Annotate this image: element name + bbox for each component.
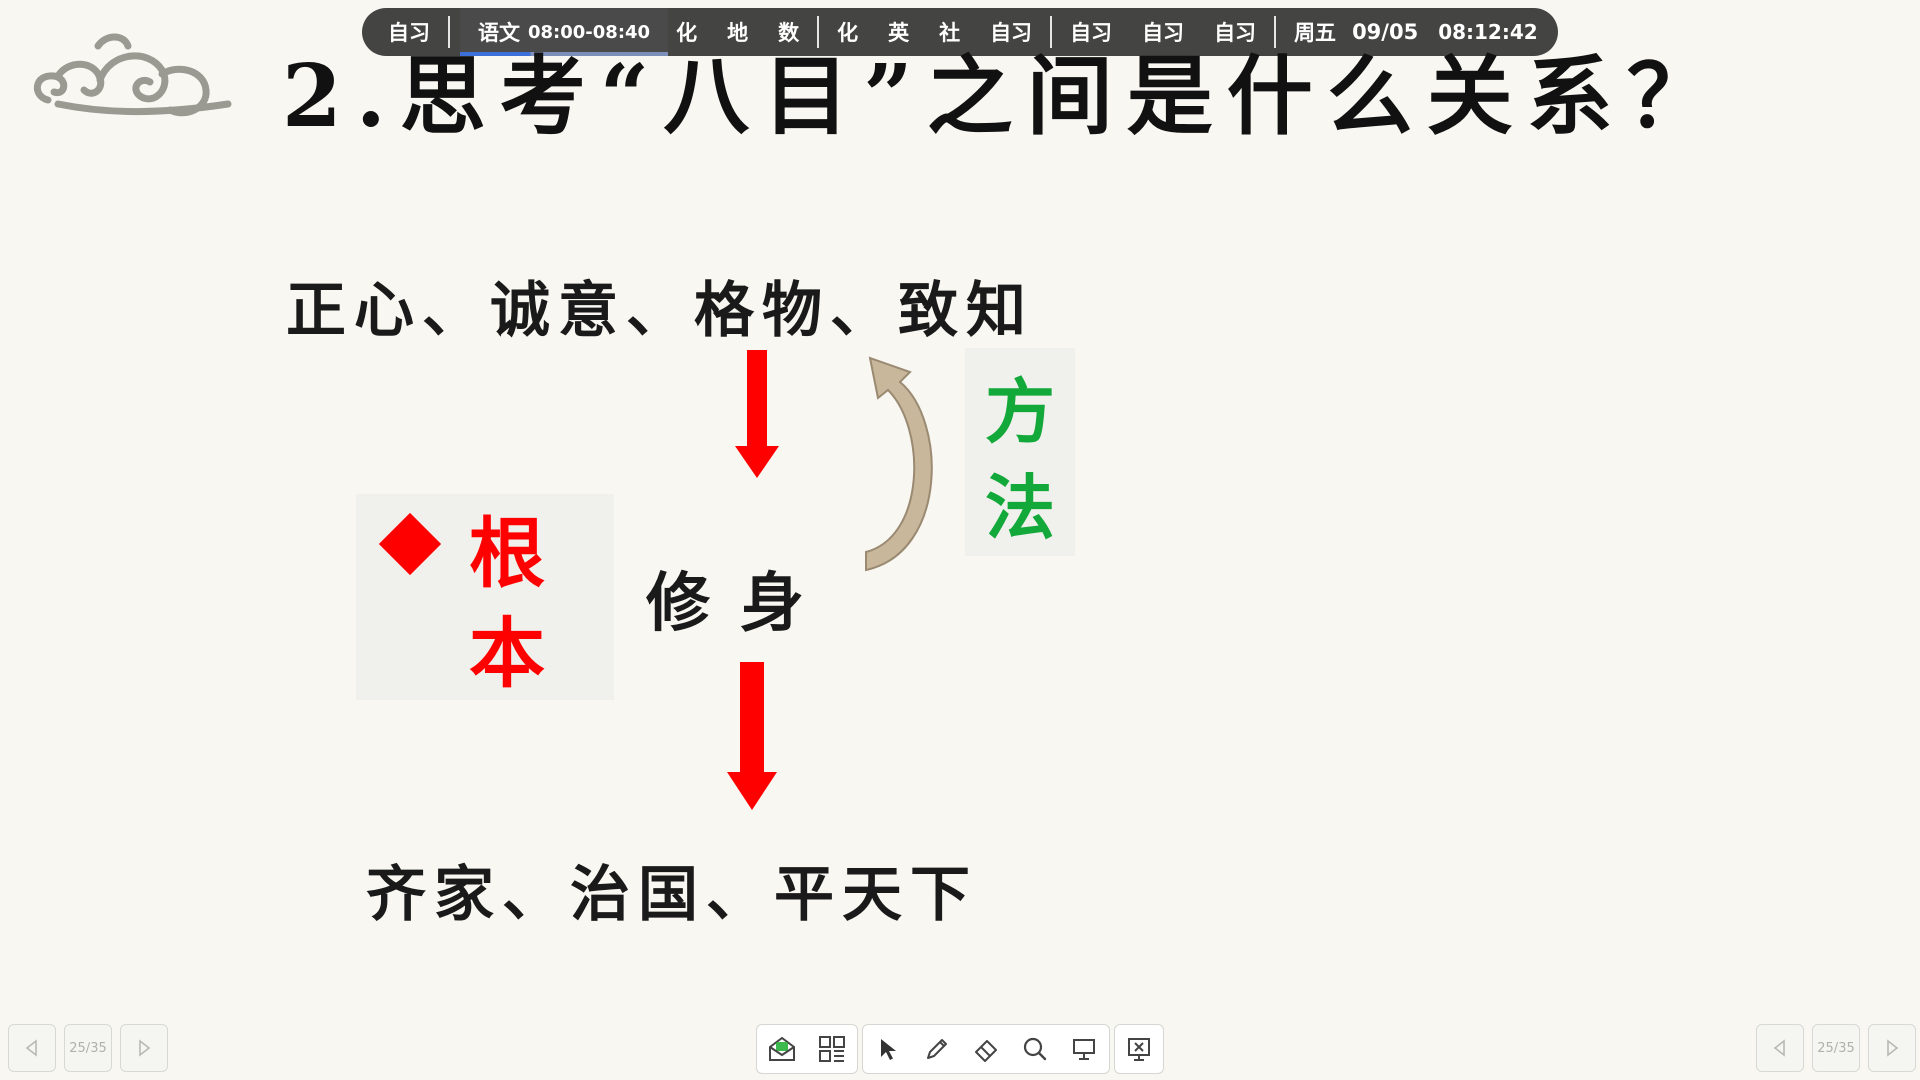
qr-grid-icon <box>819 1036 845 1062</box>
search-icon <box>1024 1037 1047 1061</box>
triangle-left-icon <box>25 1039 37 1057</box>
search-button[interactable] <box>1011 1025 1060 1073</box>
pen-button[interactable] <box>912 1025 961 1073</box>
next-page-button[interactable] <box>1868 1024 1916 1072</box>
left-page-nav: 25/35 <box>8 1024 168 1072</box>
down-arrow-icon <box>735 350 779 478</box>
pointer-button[interactable] <box>863 1025 912 1073</box>
slide-canvas: 自习 语文 08:00-08:40 化 地 数 化 英 社 自习 自习 自习 自… <box>0 0 1920 1080</box>
qr-grid-button[interactable] <box>807 1025 857 1073</box>
pointer-icon <box>880 1039 896 1060</box>
triangle-right-icon <box>139 1039 151 1057</box>
next-page-button[interactable] <box>120 1024 168 1072</box>
down-arrow-icon <box>727 662 777 810</box>
diagram-arrows <box>727 350 933 810</box>
right-page-nav: 25/35 <box>1756 1024 1916 1072</box>
whiteboard-icon <box>1073 1039 1096 1060</box>
close-presentation-button[interactable] <box>1115 1025 1163 1073</box>
inbox-icon <box>769 1036 795 1061</box>
eraser-icon <box>975 1040 997 1062</box>
page-indicator[interactable]: 25/35 <box>64 1024 112 1072</box>
inbox-button[interactable] <box>757 1025 807 1073</box>
resource-toolbar <box>756 1024 858 1074</box>
prev-page-button[interactable] <box>1756 1024 1804 1072</box>
pen-icon <box>926 1039 947 1059</box>
close-presentation-icon <box>1128 1038 1150 1061</box>
whiteboard-button[interactable] <box>1060 1025 1109 1073</box>
presentation-toolbar <box>1114 1024 1164 1074</box>
triangle-left-icon <box>1773 1039 1785 1057</box>
curved-up-arrow-icon <box>865 356 933 572</box>
triangle-right-icon <box>1887 1039 1899 1057</box>
eraser-button[interactable] <box>961 1025 1010 1073</box>
prev-page-button[interactable] <box>8 1024 56 1072</box>
drawing-toolbar <box>862 1024 1110 1074</box>
page-indicator[interactable]: 25/35 <box>1812 1024 1860 1072</box>
